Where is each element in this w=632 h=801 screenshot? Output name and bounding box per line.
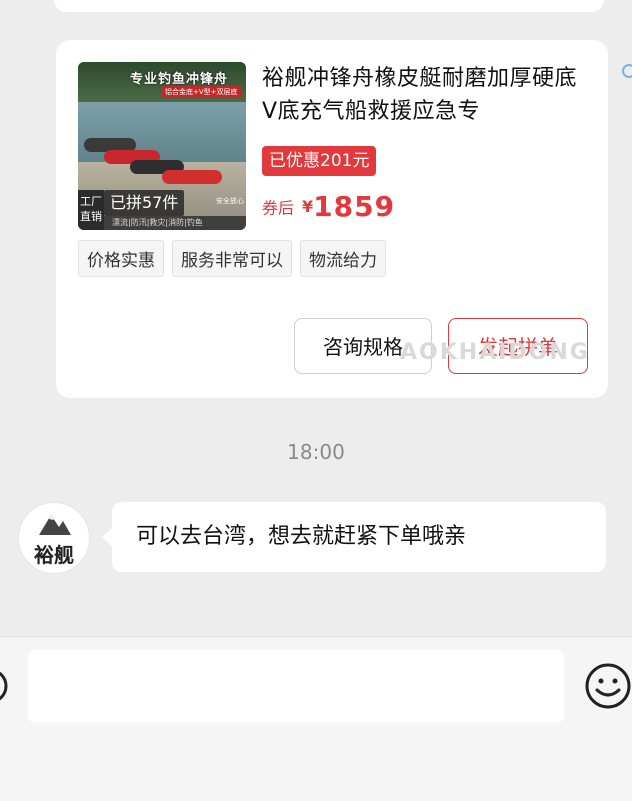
avatar[interactable]: 裕舰 [18, 502, 90, 574]
message-bubble[interactable]: 可以去台湾，想去就赶紧下单哦亲 [102, 502, 606, 572]
price-prefix: 券后 [262, 198, 295, 218]
review-tag[interactable]: 价格实惠 [78, 240, 164, 277]
message-timestamp: 18:00 [287, 440, 345, 464]
image-assurance: 安全放心 [216, 197, 244, 205]
previous-message-card [54, 0, 604, 12]
sold-count: 已拼57件 [104, 190, 185, 216]
image-subtitle: 铝合金底+V型+双层底 [162, 86, 241, 98]
price-amount: 1859 [313, 190, 396, 223]
review-tags: 价格实惠 服务非常可以 物流给力 [78, 240, 386, 277]
emoji-icon[interactable] [584, 662, 632, 714]
review-tag[interactable]: 服务非常可以 [172, 240, 292, 277]
review-tag[interactable]: 物流给力 [300, 240, 386, 277]
product-image[interactable]: 专业钓鱼冲锋舟 铝合金底+V型+双层底 工厂直销 已拼57件 漂流|防汛|救灾|… [78, 62, 246, 230]
discount-badge: 已优惠201元 [262, 146, 377, 176]
message-input[interactable] [28, 650, 564, 722]
currency-symbol: ¥ [302, 197, 314, 216]
avatar-name: 裕舰 [34, 543, 74, 567]
product-title[interactable]: 裕舰冲锋舟橡皮艇耐磨加厚硬底V底充气船救援应急专 [262, 62, 592, 128]
mountain-icon [39, 515, 71, 535]
voice-icon[interactable] [0, 666, 8, 710]
price-line: 券后 ¥1859 [262, 190, 395, 223]
side-indicator [622, 64, 632, 78]
factory-badge: 工厂直销 [78, 190, 104, 230]
boat-graphic [162, 170, 222, 184]
watermark: AOKHAIDONG [400, 340, 590, 365]
image-title: 专业钓鱼冲锋舟 [130, 72, 229, 87]
image-uses: 漂流|防汛|救灾|消防|钓鱼 [104, 216, 246, 230]
